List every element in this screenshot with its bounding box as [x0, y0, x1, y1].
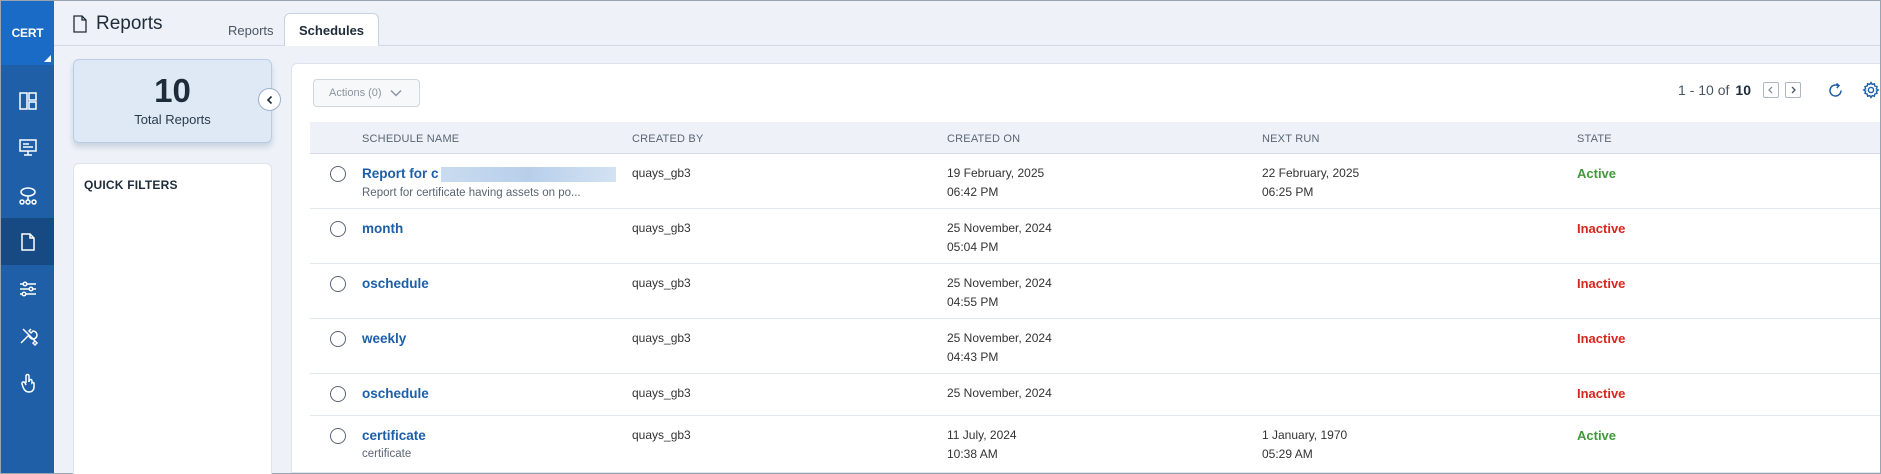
- quick-filters-panel: QUICK FILTERS: [73, 163, 272, 474]
- created-by: quays_gb3: [632, 386, 691, 400]
- page-header: Reports Reports Schedules: [54, 1, 1880, 47]
- created-on-date: 11 July, 2024: [947, 428, 1017, 442]
- nav-item-tools[interactable]: [1, 312, 54, 359]
- document-icon: [20, 232, 35, 251]
- col-header-created-on[interactable]: CREATED ON: [947, 133, 1020, 145]
- quick-filters-title: QUICK FILTERS: [84, 178, 178, 192]
- total-reports-count: 10: [154, 72, 191, 109]
- chevron-down-icon: [390, 90, 402, 97]
- table-row[interactable]: oschedule quays_gb3 25 November, 2024 In…: [310, 374, 1880, 416]
- network-icon: [18, 186, 37, 205]
- state-badge: Inactive: [1577, 221, 1626, 236]
- created-on-date: 25 November, 2024: [947, 221, 1052, 235]
- created-on-time: 04:43 PM: [947, 350, 999, 364]
- state-badge: Inactive: [1577, 386, 1626, 401]
- corner-triangle-icon: [44, 55, 51, 62]
- created-on-date: 25 November, 2024: [947, 276, 1052, 290]
- created-by: quays_gb3: [632, 166, 691, 180]
- created-on-date: 19 February, 2025: [947, 166, 1045, 180]
- col-header-created-by[interactable]: CREATED BY: [632, 133, 703, 145]
- schedule-description: certificate: [362, 448, 412, 460]
- next-run-date: 22 February, 2025: [1262, 166, 1360, 180]
- created-by: quays_gb3: [632, 276, 691, 290]
- actions-label: Actions (0): [329, 87, 382, 99]
- sliders-icon: [19, 280, 36, 297]
- schedules-panel: Actions (0) 1 - 10 of 10 SCHEDULE NAME C…: [291, 63, 1880, 473]
- left-nav: CERT: [1, 1, 54, 473]
- created-on-date: 25 November, 2024: [947, 386, 1052, 400]
- dashboard-icon: [18, 91, 37, 110]
- row-select-radio[interactable]: [330, 276, 346, 292]
- pager-range: 1 - 10 of: [1678, 82, 1730, 98]
- row-select-radio[interactable]: [330, 221, 346, 237]
- monitor-icon: [18, 138, 37, 156]
- tab-reports[interactable]: Reports: [214, 15, 288, 46]
- created-by: quays_gb3: [632, 428, 691, 442]
- next-page-button[interactable]: [1785, 82, 1801, 98]
- col-header-schedule-name[interactable]: SCHEDULE NAME: [362, 133, 459, 145]
- table-row[interactable]: oschedule quays_gb3 25 November, 2024 04…: [310, 264, 1880, 319]
- table-row[interactable]: month quays_gb3 25 November, 2024 05:04 …: [310, 209, 1880, 264]
- refresh-icon[interactable]: [1827, 82, 1844, 99]
- nav-item-interact[interactable]: [1, 359, 54, 406]
- next-run-date: 1 January, 1970: [1262, 428, 1348, 442]
- pagination: 1 - 10 of 10: [1678, 81, 1880, 99]
- hand-pointer-icon: [20, 373, 35, 393]
- nav-item-dashboard[interactable]: [1, 77, 54, 124]
- schedule-name-link[interactable]: certificate: [362, 426, 426, 445]
- next-run-time: 05:29 AM: [1262, 447, 1313, 461]
- created-on-date: 25 November, 2024: [947, 331, 1052, 345]
- table-row[interactable]: certificate certificate quays_gb3 11 Jul…: [310, 416, 1880, 474]
- col-header-next-run[interactable]: NEXT RUN: [1262, 133, 1320, 145]
- schedule-name-link[interactable]: oschedule: [362, 384, 429, 403]
- table-header: SCHEDULE NAME CREATED BY CREATED ON NEXT…: [310, 122, 1880, 154]
- chevron-right-icon: [1791, 86, 1796, 94]
- row-select-radio[interactable]: [330, 331, 346, 347]
- tab-schedules[interactable]: Schedules: [284, 13, 380, 47]
- page-title-text: Reports: [96, 13, 163, 34]
- col-header-state[interactable]: STATE: [1577, 133, 1612, 145]
- chevron-left-icon: [266, 95, 272, 104]
- nav-item-reports[interactable]: [1, 218, 54, 265]
- total-reports-card[interactable]: 10 Total Reports: [73, 59, 272, 143]
- state-badge: Inactive: [1577, 276, 1626, 291]
- state-badge: Active: [1577, 428, 1617, 443]
- row-select-radio[interactable]: [330, 428, 346, 444]
- created-by: quays_gb3: [632, 331, 691, 345]
- state-badge: Active: [1577, 166, 1617, 181]
- schedule-name-link[interactable]: Report for c: [362, 166, 439, 181]
- created-on-time: 06:42 PM: [947, 185, 999, 199]
- table-row[interactable]: Report for c Report for certificate havi…: [310, 154, 1880, 209]
- created-on-time: 05:04 PM: [947, 240, 999, 254]
- gear-icon[interactable]: [1862, 81, 1880, 99]
- next-run-time: 06:25 PM: [1262, 185, 1314, 199]
- page-title: Reports: [72, 13, 163, 35]
- tools-icon: [19, 327, 38, 346]
- redacted-block: [440, 167, 616, 183]
- state-badge: Inactive: [1577, 331, 1626, 346]
- chevron-left-icon: [1768, 86, 1773, 94]
- schedule-name-link[interactable]: oschedule: [362, 274, 429, 293]
- schedule-description: Report for certificate having assets on …: [362, 187, 581, 199]
- created-by: quays_gb3: [632, 221, 691, 235]
- collapse-panel-button[interactable]: [258, 88, 281, 111]
- total-reports-label: Total Reports: [134, 112, 211, 127]
- prev-page-button[interactable]: [1763, 82, 1779, 98]
- pager-total: 10: [1735, 82, 1751, 98]
- schedule-name-link[interactable]: month: [362, 219, 403, 238]
- nav-item-network[interactable]: [1, 171, 54, 218]
- actions-dropdown[interactable]: Actions (0): [313, 79, 420, 107]
- row-select-radio[interactable]: [330, 166, 346, 182]
- created-on-time: 10:38 AM: [947, 447, 998, 461]
- table-row[interactable]: weekly quays_gb3 25 November, 2024 04:43…: [310, 319, 1880, 374]
- row-select-radio[interactable]: [330, 386, 346, 402]
- schedule-name-link[interactable]: weekly: [362, 329, 406, 348]
- document-icon: [73, 15, 87, 33]
- nav-item-settings[interactable]: [1, 265, 54, 312]
- nav-item-monitor[interactable]: [1, 124, 54, 171]
- brand-logo[interactable]: CERT: [1, 1, 54, 65]
- created-on-time: 04:55 PM: [947, 295, 999, 309]
- brand-label: CERT: [11, 26, 44, 40]
